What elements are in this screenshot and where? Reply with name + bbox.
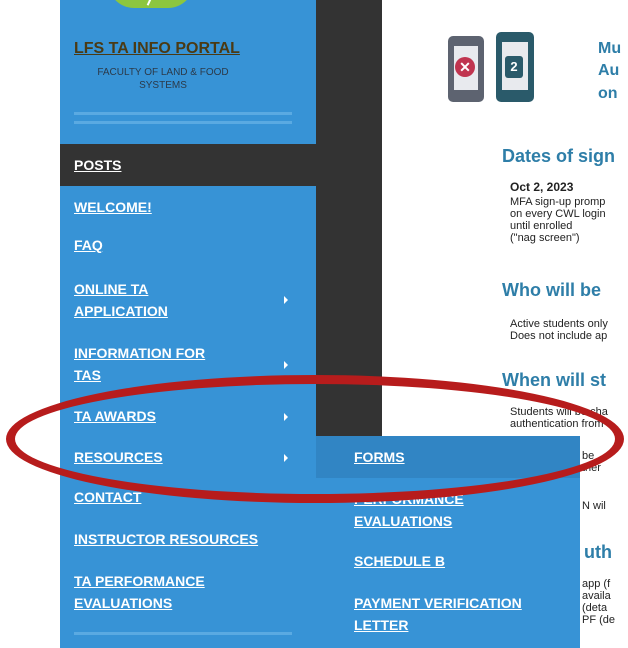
lock-icon: 2	[505, 56, 523, 78]
menu-item-posts[interactable]: POSTS	[74, 154, 274, 176]
content-line: (deta	[582, 602, 608, 614]
content-header: Au	[598, 62, 620, 79]
chevron-right-icon	[284, 361, 288, 369]
menu-item-label: EVALUATIONS	[74, 595, 173, 611]
when-heading: When will st	[502, 370, 607, 390]
divider	[74, 632, 292, 635]
content-line: app (f	[582, 578, 611, 590]
content-header: Mu	[598, 40, 622, 57]
submenu-item-payment-verification-letter[interactable]: PAYMENT VERIFICATION LETTER	[354, 592, 522, 636]
menu-item-online-ta-application[interactable]: ONLINE TA APPLICATION	[74, 278, 274, 322]
phone-icon: ✕	[448, 36, 484, 102]
submenu-item-label: EVALUATIONS	[354, 513, 453, 529]
divider	[74, 112, 292, 115]
menu-item-label: ONLINE TA	[74, 281, 149, 297]
chevron-right-icon	[284, 296, 288, 304]
menu-item-welcome[interactable]: WELCOME!	[74, 196, 274, 218]
menu-item-label: INFORMATION FOR	[74, 345, 206, 361]
content-header: on	[598, 85, 618, 102]
content-line: Does not include ap	[510, 330, 608, 342]
content-line: MFA sign-up promp	[510, 196, 606, 208]
highlight-ellipse	[6, 375, 624, 503]
who-heading: Who will be	[502, 280, 601, 300]
content-line: PF (de	[582, 614, 616, 626]
menu-item-label: TA PERFORMANCE	[74, 573, 205, 589]
portal-subtitle: FACULTY OF LAND & FOOD SYSTEMS	[97, 67, 229, 91]
submenu-item-label: PAYMENT VERIFICATION	[354, 595, 522, 611]
date-text: Oct 2, 2023	[510, 180, 574, 194]
dates-heading: Dates of sign	[502, 146, 616, 166]
sidebar	[60, 0, 316, 648]
divider	[74, 121, 292, 124]
content-line: on every CWL login	[510, 208, 606, 220]
submenu-item-label: LETTER	[354, 617, 409, 633]
menu-item-label: APPLICATION	[74, 303, 168, 319]
x-icon: ✕	[455, 57, 475, 77]
menu-item-ta-performance-evaluations[interactable]: TA PERFORMANCE EVALUATIONS	[74, 570, 274, 614]
auth-heading: uth	[584, 542, 612, 562]
menu-item-instructor-resources[interactable]: INSTRUCTOR RESOURCES	[74, 528, 304, 550]
content-line: until enrolled	[510, 220, 573, 232]
phone-icon: 2	[496, 32, 534, 102]
content-line: N wil	[582, 500, 606, 512]
portal-title[interactable]: LFS TA INFO PORTAL	[74, 40, 240, 58]
content-line: Active students only	[510, 318, 608, 330]
content-line: availa	[582, 590, 611, 602]
submenu-item-schedule-b[interactable]: SCHEDULE B	[354, 550, 445, 572]
content-line: ("nag screen")	[510, 232, 580, 244]
menu-item-faq[interactable]: FAQ	[74, 234, 274, 256]
